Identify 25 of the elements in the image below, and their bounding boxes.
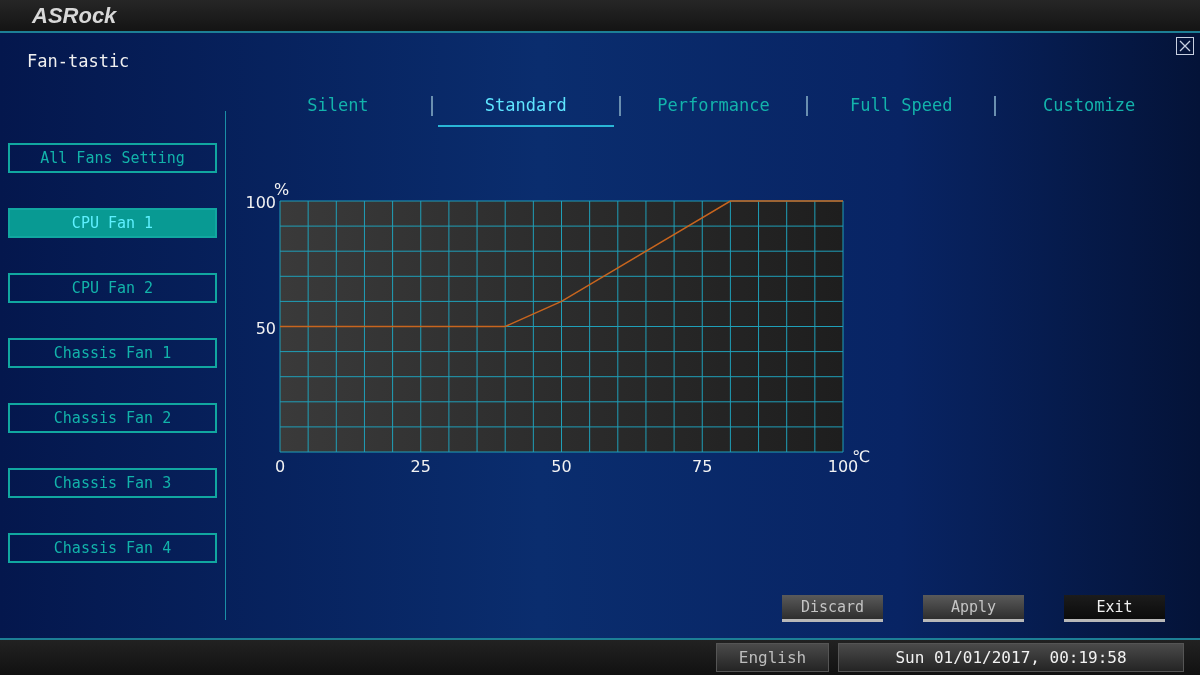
fan-select-button[interactable]: All Fans Setting (8, 143, 217, 173)
tick-label: 75 (692, 457, 713, 476)
tick-label: 50 (255, 318, 276, 338)
date-time: Sun 01/01/2017, 00:19:58 (838, 643, 1184, 672)
preset-tab[interactable]: Customize (1001, 85, 1177, 127)
fan-select-button[interactable]: Chassis Fan 1 (8, 338, 217, 368)
window-title: Fan-tastic (26, 50, 130, 73)
fan-curve-line[interactable] (279, 200, 844, 328)
close-icon[interactable] (1176, 37, 1194, 55)
tick-label: 25 (410, 457, 431, 476)
preset-tab[interactable]: Performance (625, 85, 802, 127)
fan-select-button[interactable]: Chassis Fan 4 (8, 533, 217, 563)
tick-label: 100 (245, 193, 276, 212)
tick-label: 50 (551, 457, 572, 476)
tick-label: 0 (274, 457, 286, 476)
language-button[interactable]: English (716, 643, 829, 672)
axis-label: % (274, 180, 290, 199)
fan-select-button[interactable]: Chassis Fan 3 (8, 468, 217, 498)
preset-tab[interactable]: Silent (250, 85, 426, 127)
preset-tab[interactable]: Full Speed (813, 85, 990, 127)
action-button[interactable]: Exit (1064, 595, 1165, 622)
brand-logo: ASRock (32, 2, 117, 29)
fan-select-button[interactable]: CPU Fan 2 (8, 273, 217, 303)
fan-select-button[interactable]: Chassis Fan 2 (8, 403, 217, 433)
preset-tab[interactable]: Standard (437, 85, 614, 127)
